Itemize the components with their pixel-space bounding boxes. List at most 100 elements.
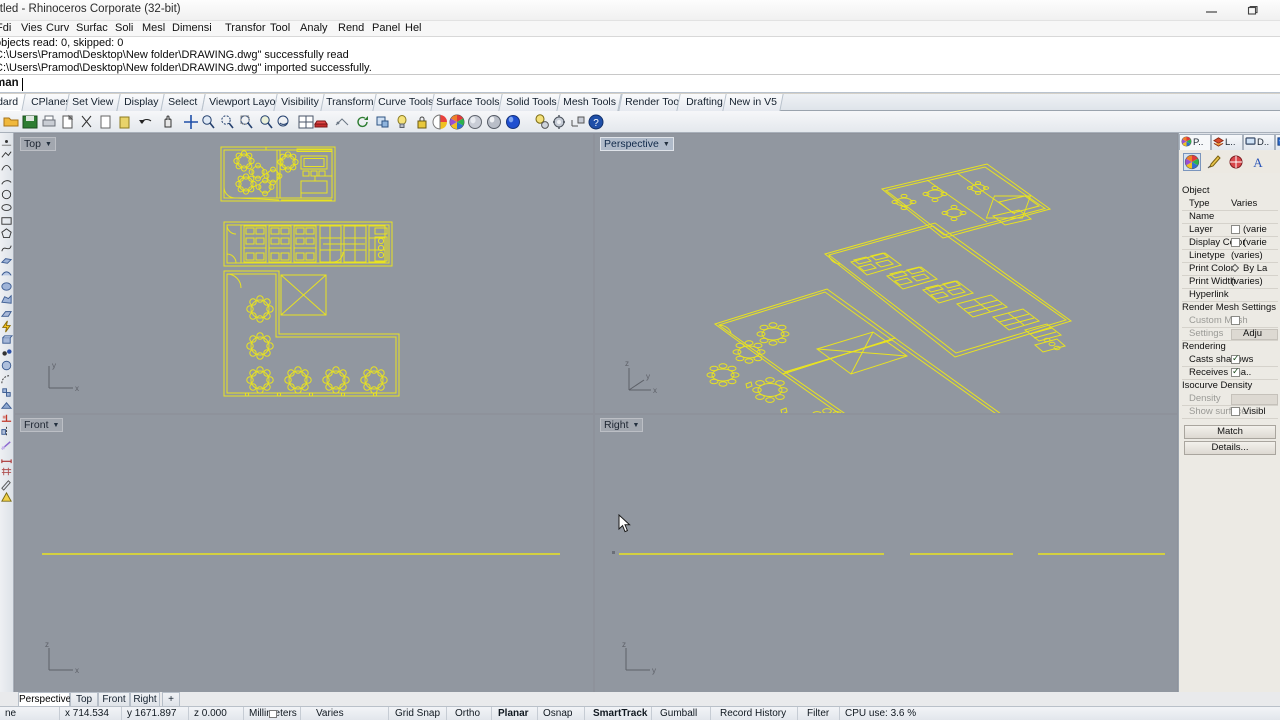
ellipse-icon[interactable] <box>0 201 13 214</box>
scale-icon[interactable] <box>0 439 13 452</box>
chevron-down-icon[interactable]: ▼ <box>53 422 60 429</box>
menu-item-soli[interactable]: Soli <box>115 21 133 36</box>
analyze-icon[interactable] <box>0 491 13 504</box>
menu-item-dimensi[interactable]: Dimensi <box>172 21 212 36</box>
zoom-dynamic-icon[interactable] <box>276 114 292 130</box>
solid-box-icon[interactable] <box>0 333 14 346</box>
status-planar[interactable]: Planar <box>493 707 538 720</box>
status-record-history[interactable]: Record History <box>715 707 798 720</box>
sweep-icon[interactable] <box>0 293 13 306</box>
menu-item-fdi[interactable]: Fdi <box>0 21 11 36</box>
transform-icon[interactable] <box>0 399 13 412</box>
object-properties-icon[interactable] <box>1183 153 1201 171</box>
menu-item-tool[interactable]: Tool <box>270 21 290 36</box>
viewport-label-top[interactable]: Top ▼ <box>20 137 56 151</box>
polygon-icon[interactable] <box>0 227 13 240</box>
extrude-icon[interactable] <box>0 254 13 267</box>
array-icon[interactable] <box>0 412 13 425</box>
command-line[interactable]: man <box>0 74 1280 93</box>
command-history[interactable]: objects read: 0, skipped: 0 C:\Users\Pram… <box>0 36 1280 74</box>
text-properties-icon[interactable]: A <box>1249 153 1267 171</box>
dot-icon[interactable] <box>0 373 13 386</box>
pan-hand-icon[interactable] <box>160 114 176 130</box>
print-icon[interactable] <box>41 114 57 130</box>
menu-item-hel[interactable]: Hel <box>405 21 422 36</box>
options-icon[interactable] <box>570 114 586 130</box>
zoom-extents-icon[interactable] <box>258 114 274 130</box>
rotate-view-icon[interactable] <box>355 114 371 130</box>
loft-icon[interactable] <box>0 307 13 320</box>
property-checkbox[interactable] <box>1231 225 1240 234</box>
toolbar-tab-mesh-tools[interactable]: Mesh Tools <box>556 94 622 111</box>
mirror-icon[interactable] <box>0 425 13 438</box>
view-tab-perspective[interactable]: Perspective <box>18 692 71 706</box>
property-checkbox[interactable] <box>1231 316 1240 325</box>
viewport-front[interactable]: Front ▼ zx <box>15 415 593 700</box>
move-icon[interactable] <box>183 114 199 130</box>
view-tab-top[interactable]: Top <box>70 692 98 706</box>
viewport-label-perspective[interactable]: Perspective ▼ <box>600 137 674 151</box>
text-icon[interactable] <box>0 478 13 491</box>
render-preview-icon[interactable] <box>334 114 350 130</box>
minimize-button[interactable] <box>1192 0 1232 21</box>
properties-details-button[interactable]: Details... <box>1184 441 1276 455</box>
status-varies[interactable]: Varies <box>301 707 389 720</box>
mesh-icon[interactable] <box>0 359 13 372</box>
open-folder-icon[interactable] <box>3 114 19 130</box>
property-checkbox[interactable] <box>1231 238 1240 247</box>
undo-icon[interactable] <box>138 114 154 130</box>
chevron-down-icon[interactable]: ▼ <box>663 141 670 148</box>
varies-checkbox[interactable] <box>269 710 277 718</box>
zoom-icon[interactable] <box>200 114 216 130</box>
property-checkbox[interactable] <box>1231 407 1240 416</box>
properties-tab-web-icon[interactable]: W <box>1275 134 1280 150</box>
menu-item-analy[interactable]: Analy <box>300 21 328 36</box>
view-tab-front[interactable]: Front <box>98 692 130 706</box>
texture-mapping-icon[interactable] <box>1227 153 1245 171</box>
polyline-icon[interactable] <box>0 148 13 161</box>
view-tab-add[interactable]: + <box>162 692 180 706</box>
arc-icon[interactable] <box>0 175 13 188</box>
status-osnap[interactable]: Osnap <box>538 707 585 720</box>
revolve-icon[interactable] <box>0 280 13 293</box>
status-cpu-use-3-6-[interactable]: CPU use: 3.6 % <box>840 707 1280 720</box>
status-ne[interactable]: ne <box>0 707 60 720</box>
zoom-selected-icon[interactable] <box>238 114 254 130</box>
property-field[interactable] <box>1231 394 1278 405</box>
cplane-icon[interactable] <box>375 114 391 130</box>
status-z-0-000[interactable]: z 0.000 <box>189 707 244 720</box>
render-sphere-icon[interactable] <box>486 114 502 130</box>
toolbar-tab-curve-tools[interactable]: Curve Tools <box>372 94 440 111</box>
lock-icon[interactable] <box>414 114 430 130</box>
toolbar-tab-set-view[interactable]: Set View <box>65 94 121 111</box>
paste-icon[interactable] <box>117 114 133 130</box>
viewport-label-right[interactable]: Right ▼ <box>600 418 644 432</box>
viewport-right[interactable]: Right ▼ zy <box>595 415 1177 700</box>
help-icon[interactable]: ? <box>588 114 604 130</box>
status-ortho[interactable]: Ortho <box>450 707 492 720</box>
toolbar-tab-visibility[interactable]: Visibility <box>273 94 327 111</box>
material-brush-icon[interactable] <box>1205 153 1223 171</box>
copy-page-icon[interactable] <box>60 114 76 130</box>
viewport-layout-icon[interactable] <box>298 114 314 130</box>
properties-tab-color-wheel-icon[interactable]: P.. <box>1179 134 1211 150</box>
menu-item-curv[interactable]: Curv <box>46 21 69 36</box>
copy-icon[interactable] <box>98 114 114 130</box>
cut-scissors-icon[interactable] <box>79 114 95 130</box>
toolbar-tab-transform[interactable]: Transform <box>320 94 380 111</box>
properties-gear-icon[interactable] <box>552 114 568 130</box>
menu-item-mesl[interactable]: Mesl <box>142 21 165 36</box>
lightning-icon[interactable] <box>0 346 13 359</box>
viewport-label-front[interactable]: Front ▼ <box>20 418 64 432</box>
save-icon[interactable] <box>22 114 38 130</box>
view-tab-right[interactable]: Right <box>130 692 160 706</box>
freeform-icon[interactable] <box>0 241 13 254</box>
status-filter[interactable]: Filter <box>802 707 840 720</box>
properties-tab-layers-icon[interactable]: L.. <box>1211 134 1243 150</box>
menu-item-panel[interactable]: Panel <box>372 21 400 36</box>
blue-sphere-icon[interactable] <box>505 114 521 130</box>
property-checkbox-checked[interactable] <box>1231 366 1240 377</box>
render-icon[interactable] <box>313 114 329 130</box>
status-smarttrack[interactable]: SmartTrack <box>588 707 652 720</box>
toolbar-tab-new-in-v5[interactable]: New in V5 <box>722 94 784 111</box>
